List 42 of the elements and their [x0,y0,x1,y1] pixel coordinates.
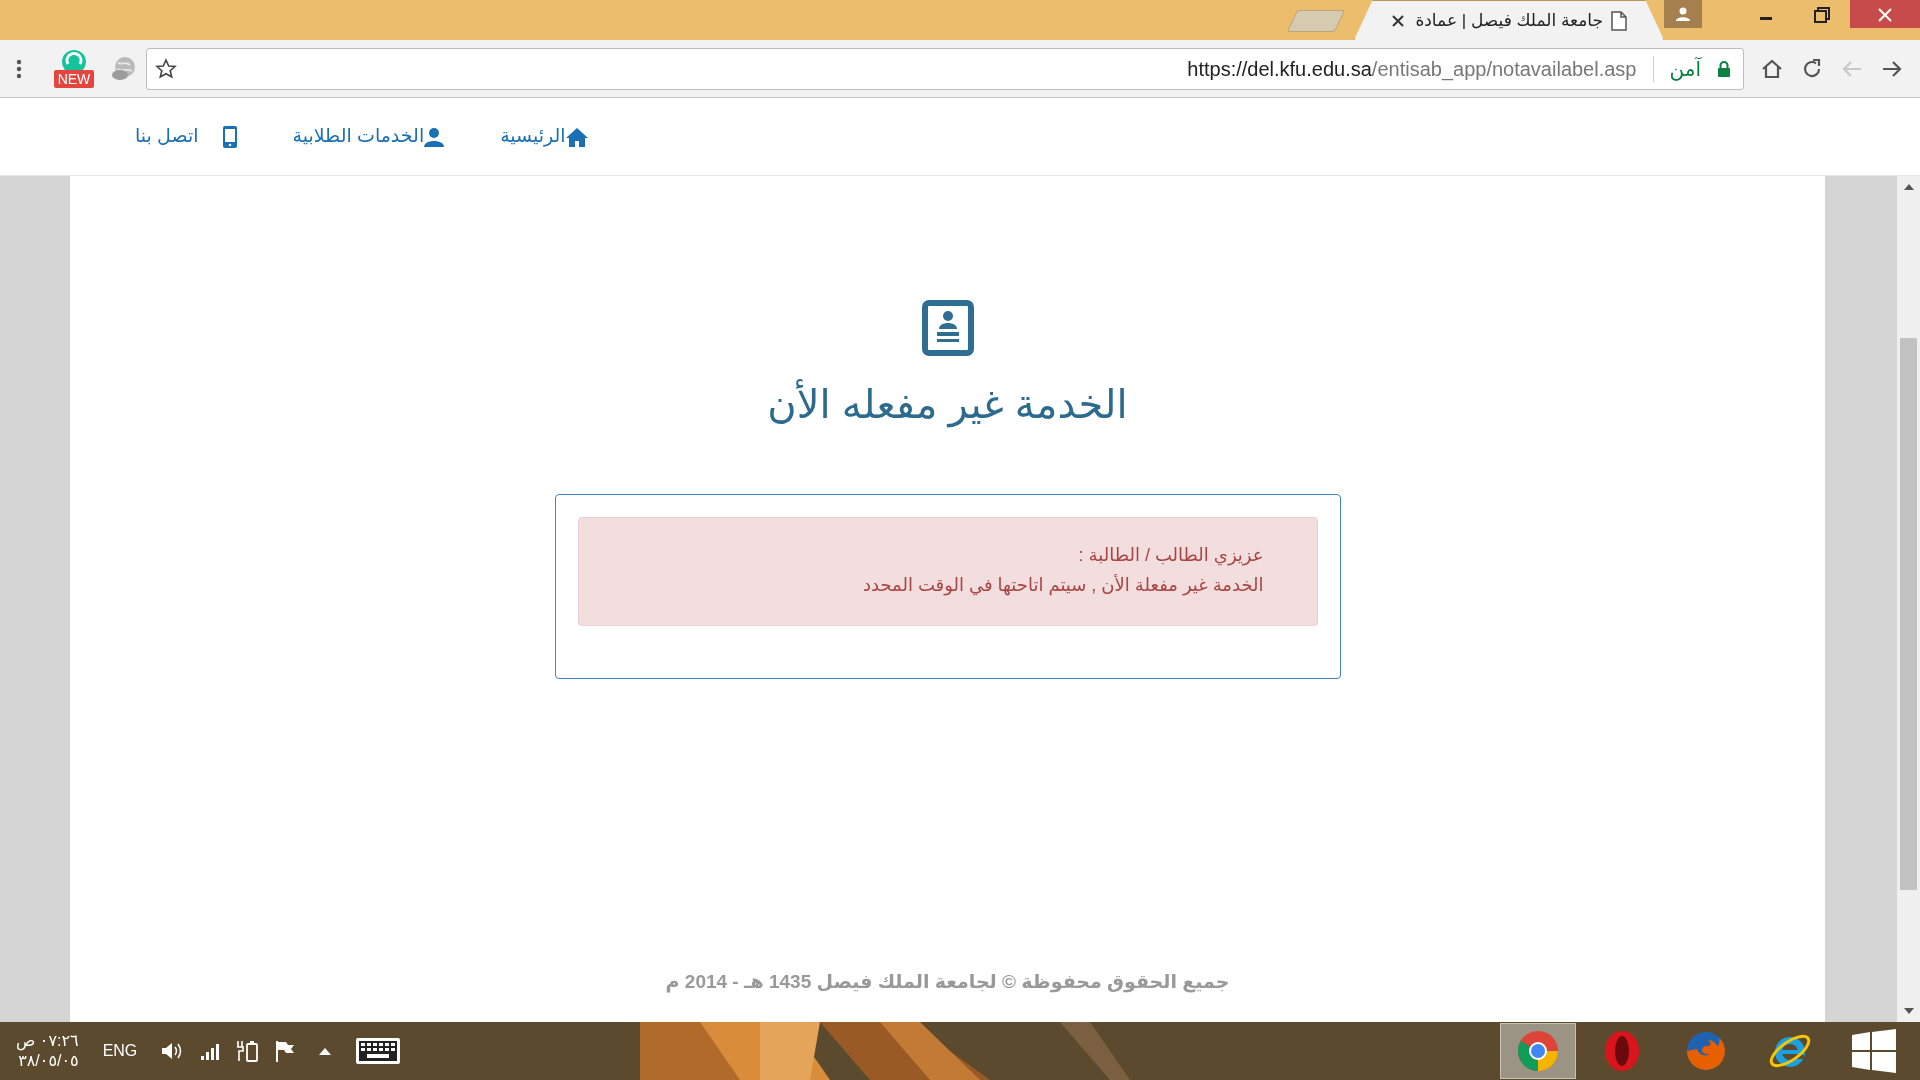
chrome-icon [1516,1029,1560,1073]
keyboard-icon[interactable] [355,1037,402,1065]
firefox-icon [1684,1029,1728,1073]
nav-link[interactable]: الخدمات الطلابية [292,122,445,151]
scroll-down-arrow-icon[interactable] [1903,1008,1914,1014]
user-icon [424,126,445,147]
mobile-phone-icon [222,125,237,148]
secure-label: آمن [1669,56,1701,83]
language-indicator[interactable]: ENG [102,1039,138,1063]
scroll-up-arrow-icon[interactable] [1903,184,1914,190]
clock-date[interactable]: ٣٨/٠٥/٠٥ [18,1051,79,1071]
close-icon [1877,6,1893,23]
nav-link[interactable]: اتصل بنا [135,122,237,151]
restore-icon [1813,5,1831,24]
menu-icon[interactable] [16,58,22,79]
windows-start-icon[interactable] [1852,1029,1896,1073]
flag-icon[interactable] [275,1040,296,1062]
signal-icon[interactable] [201,1042,222,1060]
caret-icon[interactable] [319,1047,332,1055]
bookmark-star-icon[interactable] [155,57,177,80]
profile-button[interactable] [1664,0,1702,28]
profile-document-icon [921,300,974,356]
document-icon [1611,10,1627,31]
close-window-button[interactable] [1850,0,1920,28]
scrollbar[interactable] [1897,176,1920,1022]
clock-time[interactable]: ٠٧:٢٦ ص [16,1031,79,1051]
taskbar-app-button[interactable] [1500,1023,1576,1079]
tab-title: جامعة الملك فيصل | عمادة [1415,9,1603,32]
lock-icon [1717,59,1731,78]
nav-link[interactable]: الرئيسية [500,122,588,151]
copyright-footer: جميع الحقوق محفوظة © لجامعة الملك فيصل 1435 هـ - 2014 م [665,968,1230,997]
url-text[interactable]: https://del.kfu.edu.sa/entisab_app/notavailabel.asp [1187,53,1637,84]
battery-icon[interactable] [237,1040,260,1062]
user-icon [1675,7,1691,21]
error-alert: عزيزي الطالب / الطالبة : الخدمة غير مفعلة الأن , سيتم اتاحتها في الوقت المحدد [577,517,1318,626]
new-label: NEW [54,69,94,88]
minimize-icon [1760,17,1772,21]
page-title: الخدمة غير مفعله الأن [767,380,1128,428]
close-icon[interactable] [1391,13,1405,28]
scroll-thumb[interactable] [1900,338,1917,890]
browser-tab[interactable]: جامعة الملك فيصل | عمادة [1354,0,1664,40]
home-icon [565,126,588,147]
